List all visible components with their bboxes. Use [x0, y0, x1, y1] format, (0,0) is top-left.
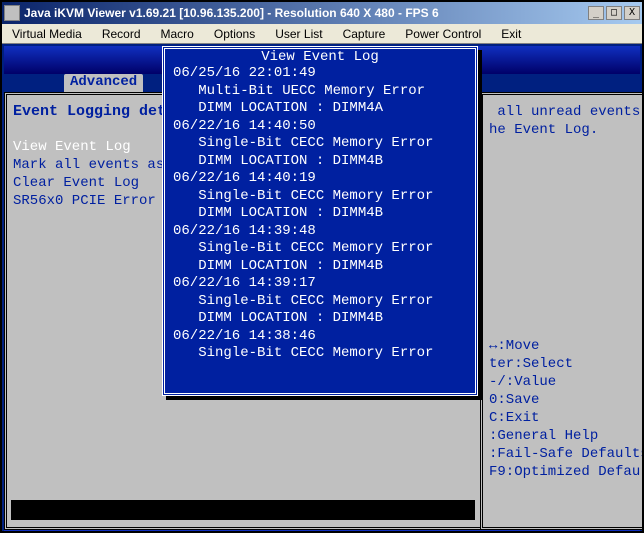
menu-virtual-media[interactable]: Virtual Media: [2, 27, 92, 41]
help-exit: C:Exit: [489, 409, 642, 427]
hint-line-1: all unread events: [489, 103, 642, 121]
app-icon: [4, 5, 20, 21]
help-save: 0:Save: [489, 391, 642, 409]
maximize-button[interactable]: □: [606, 6, 622, 20]
titlebar[interactable]: Java iKVM Viewer v1.69.21 [10.96.135.200…: [2, 2, 642, 24]
help-move: ↔:Move: [489, 337, 642, 355]
help-failsafe: :Fail-Safe Defaults: [489, 445, 642, 463]
help-optimized: F9:Optimized Defaults: [489, 463, 642, 481]
menu-exit[interactable]: Exit: [491, 27, 531, 41]
window-title: Java iKVM Viewer v1.69.21 [10.96.135.200…: [24, 6, 586, 20]
minimize-button[interactable]: _: [588, 6, 604, 20]
help-general: :General Help: [489, 427, 642, 445]
menu-options[interactable]: Options: [204, 27, 265, 41]
spacer: [489, 139, 642, 337]
blackbar: [11, 500, 475, 520]
menu-power-control[interactable]: Power Control: [395, 27, 491, 41]
menu-user-list[interactable]: User List: [265, 27, 332, 41]
tab-advanced[interactable]: Advanced: [64, 74, 143, 92]
menu-capture[interactable]: Capture: [333, 27, 396, 41]
help-value: -/:Value: [489, 373, 642, 391]
menu-macro[interactable]: Macro: [151, 27, 204, 41]
close-button[interactable]: X: [624, 6, 640, 20]
menu-record[interactable]: Record: [92, 27, 151, 41]
popup-body[interactable]: 06/25/16 22:01:49 Multi-Bit UECC Memory …: [165, 65, 475, 363]
app-window: Java iKVM Viewer v1.69.21 [10.96.135.200…: [0, 0, 644, 533]
event-log-popup: View Event Log 06/25/16 22:01:49 Multi-B…: [162, 46, 478, 396]
bios-screen: BIOS SETUP UTILITY Advanced Event Loggin…: [2, 44, 642, 531]
bios-footer: v02.68 (C)Copyright 1985-2009, American …: [4, 530, 640, 531]
menubar: Virtual Media Record Macro Options User …: [2, 24, 642, 44]
help-select: ter:Select: [489, 355, 642, 373]
bios-side-panel: all unread events he Event Log. ↔:Move t…: [480, 92, 642, 530]
hint-line-2: he Event Log.: [489, 121, 642, 139]
popup-title: View Event Log: [165, 49, 475, 65]
